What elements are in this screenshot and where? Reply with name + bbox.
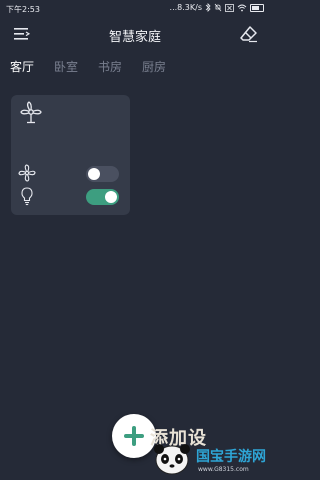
page-title: 智慧家庭 — [108, 30, 161, 45]
network-speed: ...8.3K/s — [169, 3, 202, 12]
toggle-knob — [105, 191, 117, 203]
plus-icon-vertical — [132, 426, 136, 446]
x-icon — [225, 3, 234, 12]
menu-icon[interactable] — [14, 27, 30, 41]
light-toggle[interactable] — [86, 189, 119, 205]
fan-icon — [18, 164, 36, 182]
light-bulb-icon — [21, 187, 33, 206]
ceiling-fan-icon — [20, 101, 42, 124]
panda-logo — [154, 444, 190, 475]
tab-study[interactable]: 书房 — [98, 58, 122, 80]
device-row-fan — [17, 163, 125, 183]
tab-kitchen[interactable]: 厨房 — [142, 58, 166, 80]
fan-toggle[interactable] — [86, 166, 119, 182]
tab-living-room[interactable]: 客厅 — [10, 58, 34, 80]
room-card[interactable] — [11, 95, 130, 215]
toggle-knob — [88, 168, 100, 180]
bluetooth-icon — [205, 3, 211, 12]
battery-icon — [250, 3, 264, 12]
watermark: 国宝手游网 www.G8315.com — [150, 440, 268, 478]
status-icons: ...8.3K/s — [170, 3, 264, 12]
eraser-icon[interactable] — [240, 25, 258, 43]
tab-bedroom[interactable]: 卧室 — [54, 58, 78, 80]
app-header: 智慧家庭 — [0, 20, 270, 50]
wifi-icon — [237, 4, 247, 11]
watermark-url: www.G8315.com — [198, 466, 249, 473]
room-tabs: 客厅 卧室 书房 厨房 — [10, 58, 186, 80]
watermark-text: 国宝手游网 — [196, 449, 266, 465]
device-row-light — [17, 186, 125, 206]
mute-icon — [214, 3, 222, 12]
status-bar: 下午2:53 ...8.3K/s — [0, 0, 270, 18]
status-time: 下午2:53 — [6, 5, 40, 14]
